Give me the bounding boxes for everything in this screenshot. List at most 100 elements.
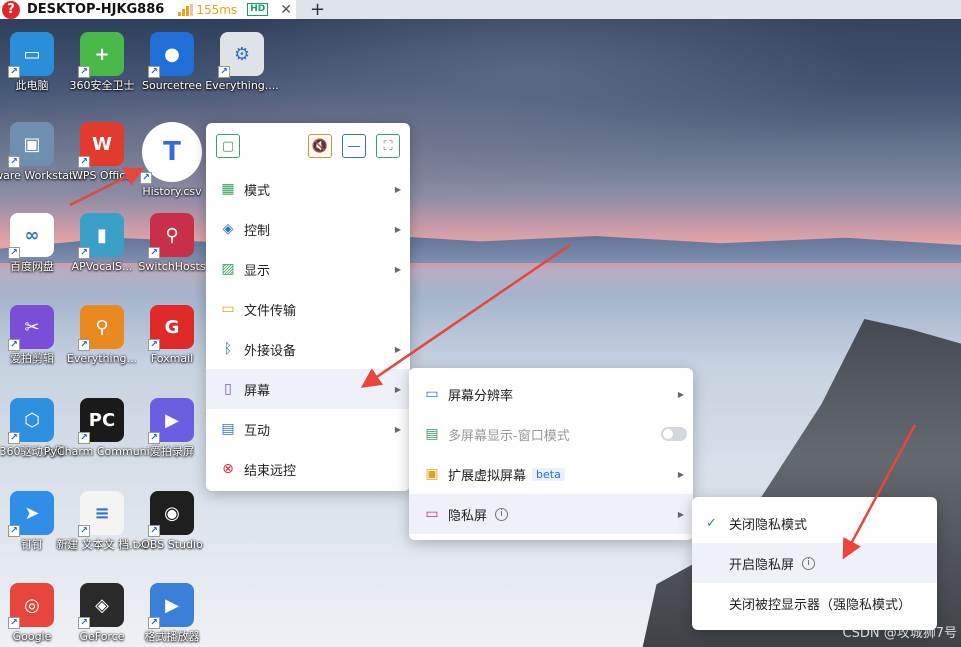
menu-item-label: 扩展虚拟屏幕 — [448, 468, 527, 484]
menu-item-label: 关闭隐私模式 — [729, 517, 808, 533]
baidu-netdisk-icon: ∞ ↗ — [8, 213, 54, 259]
shortcut-arrow-icon: ↗ — [78, 247, 90, 259]
shortcut-arrow-icon: ↗ — [8, 66, 20, 78]
screen-icon: ▯ — [224, 381, 232, 397]
desktop-icon[interactable]: ⚲ ↗ SwitchHosts — [135, 213, 209, 273]
hd-quality-badge[interactable]: HD — [247, 3, 269, 16]
desktop-icon[interactable]: ≡ ↗ 新建 文本文 档.txt — [56, 491, 148, 551]
desktop-icon[interactable]: ∞ ↗ 百度网盘 — [0, 213, 69, 273]
screen-submenu: ▭ 屏幕分辨率 ▶ ▤ 多屏幕显示-窗口模式 ▣ 扩展虚拟屏幕 beta ▶ ▭ 隐私屏 i ▶ — [409, 368, 693, 540]
desktop-icon-label: Google — [12, 630, 52, 643]
checkmark-icon: ✓ — [706, 515, 717, 531]
signal-strength-icon — [178, 3, 194, 16]
menu-item-label: 结束远控 — [244, 463, 297, 479]
desktop-icon[interactable]: ▮ ↗ APVocalS... — [65, 213, 139, 273]
menu-item[interactable]: ▭ 屏幕分辨率 ▶ — [409, 374, 693, 414]
menu-item[interactable]: ▦ 模式 ▶ — [206, 169, 410, 209]
desktop-icon-label: History.csv — [142, 185, 202, 198]
layers-icon: ◈ — [222, 221, 234, 237]
shortcut-arrow-icon: ↗ — [140, 172, 152, 184]
desktop-icon-label: 钉钉 — [21, 538, 43, 551]
menu-item[interactable]: ▨ 显示 ▶ — [206, 249, 410, 289]
aipai-edit-icon: ✂ ↗ — [8, 305, 54, 351]
geforce-icon: ◈ ↗ — [78, 583, 124, 629]
desktop-icon[interactable]: W ↗ WPS Office — [65, 122, 139, 182]
close-tab-icon[interactable]: ✕ — [280, 2, 292, 18]
desktop-icon[interactable]: G ↗ Foxmail — [135, 305, 209, 365]
interact-icon: ▤ — [221, 421, 235, 437]
menu-item[interactable]: ▣ 扩展虚拟屏幕 beta ▶ — [409, 454, 693, 494]
chrome-icon: ◎ ↗ — [8, 583, 54, 629]
text-file-icon: ≡ ↗ — [78, 491, 124, 537]
menu-item[interactable]: 开启隐私屏 i — [692, 543, 937, 583]
menu-item-label: 屏幕 — [244, 383, 271, 399]
desktop-icon[interactable]: ▣↗VMware Workstati... — [0, 122, 87, 182]
menu-item-label: 外接设备 — [244, 343, 297, 359]
desktop-icon-label: Foxmail — [150, 352, 194, 365]
session-tab-bar: ? DESKTOP-HJKG886 155ms HD ✕ + — [0, 0, 961, 19]
menu-item[interactable]: ⊗ 结束远控 — [206, 449, 410, 489]
360-security-icon: + ↗ — [78, 32, 124, 78]
desktop-icon[interactable]: ◉ ↗ OBS Studio — [135, 491, 209, 551]
file-gear-icon: ⚙ ↗ — [218, 32, 264, 78]
info-icon[interactable]: i — [495, 507, 509, 521]
window-mode-toggle[interactable] — [661, 427, 687, 441]
shortcut-arrow-icon: ↗ — [148, 66, 160, 78]
desktop-icon-label: 此电脑 — [15, 79, 49, 92]
everything-search-icon: ⚲ ↗ — [78, 305, 124, 351]
desktop-icon-label: Everything... — [66, 352, 138, 365]
desktop-icon[interactable]: PC ↗ PyCharm Communi... — [44, 398, 160, 458]
menu-item[interactable]: ▭ 隐私屏 i ▶ — [409, 494, 693, 534]
menu-item[interactable]: ◈ 控制 ▶ — [206, 209, 410, 249]
menu-item[interactable]: ✓ 关闭隐私模式 — [692, 503, 937, 543]
desktop-icon[interactable]: ◈ ↗ GeForce — [65, 583, 139, 643]
desktop-icon[interactable]: + ↗ 360安全卫士 — [65, 32, 139, 92]
help-icon[interactable]: ? — [2, 0, 20, 19]
desktop-icon[interactable]: T ↗ History.csv — [135, 122, 209, 198]
desktop-icon[interactable]: ▭ ↗ 此电脑 — [0, 32, 69, 92]
remote-host-name: DESKTOP-HJKG886 — [27, 2, 165, 17]
new-tab-button[interactable]: + — [310, 0, 325, 19]
info-icon[interactable]: i — [802, 556, 816, 570]
desktop-icon[interactable]: ▶ ↗ 爱拍录屏 — [135, 398, 209, 458]
menu-item-label: 显示 — [244, 263, 271, 279]
menu-item[interactable]: ▯ 屏幕 ▶ — [206, 369, 410, 409]
desktop-icon[interactable]: ⚲ ↗ Everything... — [65, 305, 139, 365]
minimize-icon[interactable]: — — [342, 134, 366, 158]
shortcut-arrow-icon: ↗ — [148, 432, 160, 444]
desktop-icon-label: 格式播放器 — [144, 630, 200, 643]
desktop-icon[interactable]: ⚙ ↗ Everything.... — [205, 32, 279, 92]
menu-item[interactable]: ▤ 多屏幕显示-窗口模式 — [409, 414, 693, 454]
menu-item[interactable]: ▤ 互动 ▶ — [206, 409, 410, 449]
submenu-arrow-icon: ▶ — [394, 384, 401, 394]
fullscreen-icon[interactable]: ⛶ — [376, 134, 400, 158]
shortcut-arrow-icon: ↗ — [78, 66, 90, 78]
menu-item[interactable]: 关闭被控显示器（强隐私模式） — [692, 583, 937, 623]
shortcut-arrow-icon: ↗ — [78, 156, 90, 168]
mute-icon[interactable]: 🔇 — [308, 134, 332, 158]
apvocal-icon: ▮ ↗ — [78, 213, 124, 259]
shortcut-arrow-icon: ↗ — [148, 617, 160, 629]
bluetooth-icon: ᛒ — [223, 341, 233, 357]
desktop-icon-label: 爱拍录屏 — [150, 445, 194, 458]
shortcut-arrow-icon: ↗ — [218, 66, 230, 78]
session-tab[interactable]: ? DESKTOP-HJKG886 155ms HD ✕ — [0, 0, 296, 19]
menu-item[interactable]: ▭ 文件传输 — [206, 289, 410, 329]
menu-item-label: 关闭被控显示器（强隐私模式） — [729, 597, 912, 613]
virtual-screen-icon: ▣ — [425, 466, 439, 482]
desktop-icon[interactable]: ▶ ↗ 格式播放器 — [135, 583, 209, 643]
desktop-icon[interactable]: ● ↗ Sourcetree — [135, 32, 209, 92]
shortcut-arrow-icon: ↗ — [78, 525, 90, 537]
menu-item[interactable]: ᛒ 外接设备 ▶ — [206, 329, 410, 369]
shortcut-arrow-icon: ↗ — [78, 339, 90, 351]
aipai-record-icon: ▶ ↗ — [148, 398, 194, 444]
remote-app-icon: T ↗ — [140, 122, 202, 184]
desktop-icon[interactable]: ✂ ↗ 爱拍剪辑 — [0, 305, 69, 365]
desktop-icon[interactable]: ◎ ↗ Google — [0, 583, 69, 643]
menu-item-label: 控制 — [244, 223, 271, 239]
menu-item-label: 文件传输 — [244, 303, 297, 319]
display-status-icon[interactable]: ▢ — [216, 134, 240, 158]
shortcut-arrow-icon: ↗ — [148, 339, 160, 351]
menu-item-label: 互动 — [244, 423, 271, 439]
pycharm-icon: PC ↗ — [78, 398, 124, 444]
